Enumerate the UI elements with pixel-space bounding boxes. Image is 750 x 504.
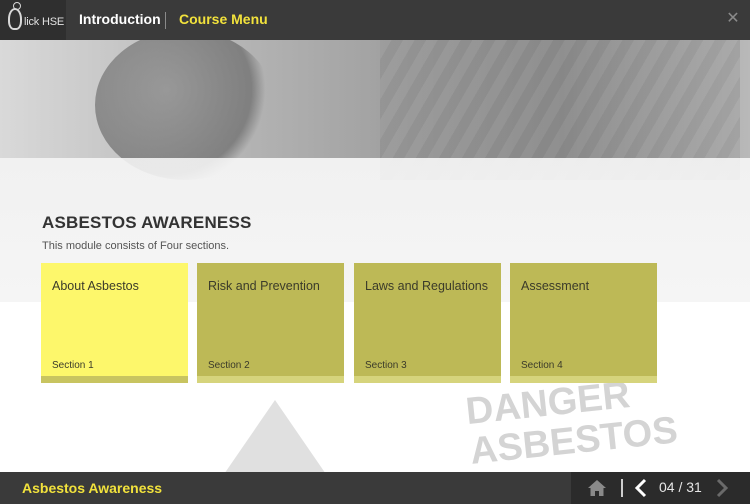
nav-course-menu[interactable]: Course Menu: [179, 11, 268, 27]
chevron-right-icon[interactable]: [714, 476, 730, 500]
close-icon[interactable]: ✕: [724, 9, 742, 29]
page-navigation: 04 / 31: [571, 472, 750, 504]
section-card-laws-and-regulations[interactable]: Laws and Regulations Section 3: [354, 263, 501, 383]
section-card-about-asbestos[interactable]: About Asbestos Section 1: [41, 263, 188, 383]
section-card-risk-and-prevention[interactable]: Risk and Prevention Section 2: [197, 263, 344, 383]
section-card-label: Section 4: [521, 360, 563, 371]
section-card-bar: [354, 376, 501, 383]
nav-introduction[interactable]: Introduction: [79, 11, 161, 27]
chevron-left-icon[interactable]: [633, 476, 649, 500]
click-hse-logo: lick HSE: [0, 0, 66, 40]
nav-divider: [621, 479, 623, 497]
logo-c-icon: [8, 2, 22, 30]
logo-text: lick HSE: [24, 16, 64, 28]
section-card-title: Risk and Prevention: [208, 279, 320, 293]
page-counter: 04 / 31: [659, 479, 702, 495]
section-card-title: Assessment: [521, 279, 590, 293]
section-card-title: About Asbestos: [52, 279, 139, 293]
hero-background: DANGER ASBESTOS: [0, 40, 750, 472]
module-title: ASBESTOS AWARENESS: [42, 213, 252, 232]
section-card-title: Laws and Regulations: [365, 279, 488, 293]
section-card-label: Section 3: [365, 360, 407, 371]
hero-photo: [0, 40, 750, 180]
section-card-bar: [41, 376, 188, 383]
course-title: Asbestos Awareness: [22, 480, 163, 496]
home-icon[interactable]: [587, 478, 607, 498]
top-bar: lick HSE Introduction Course Menu ✕: [0, 0, 750, 40]
section-card-label: Section 1: [52, 360, 94, 371]
section-card-bar: [197, 376, 344, 383]
section-card-label: Section 2: [208, 360, 250, 371]
bottom-bar: Asbestos Awareness 04 / 31: [0, 472, 750, 504]
section-card-assessment[interactable]: Assessment Section 4: [510, 263, 657, 383]
module-subtitle: This module consists of Four sections.: [42, 240, 230, 252]
nav-separator: [165, 12, 166, 29]
section-card-bar: [510, 376, 657, 383]
warning-triangle-icon: [220, 400, 330, 472]
